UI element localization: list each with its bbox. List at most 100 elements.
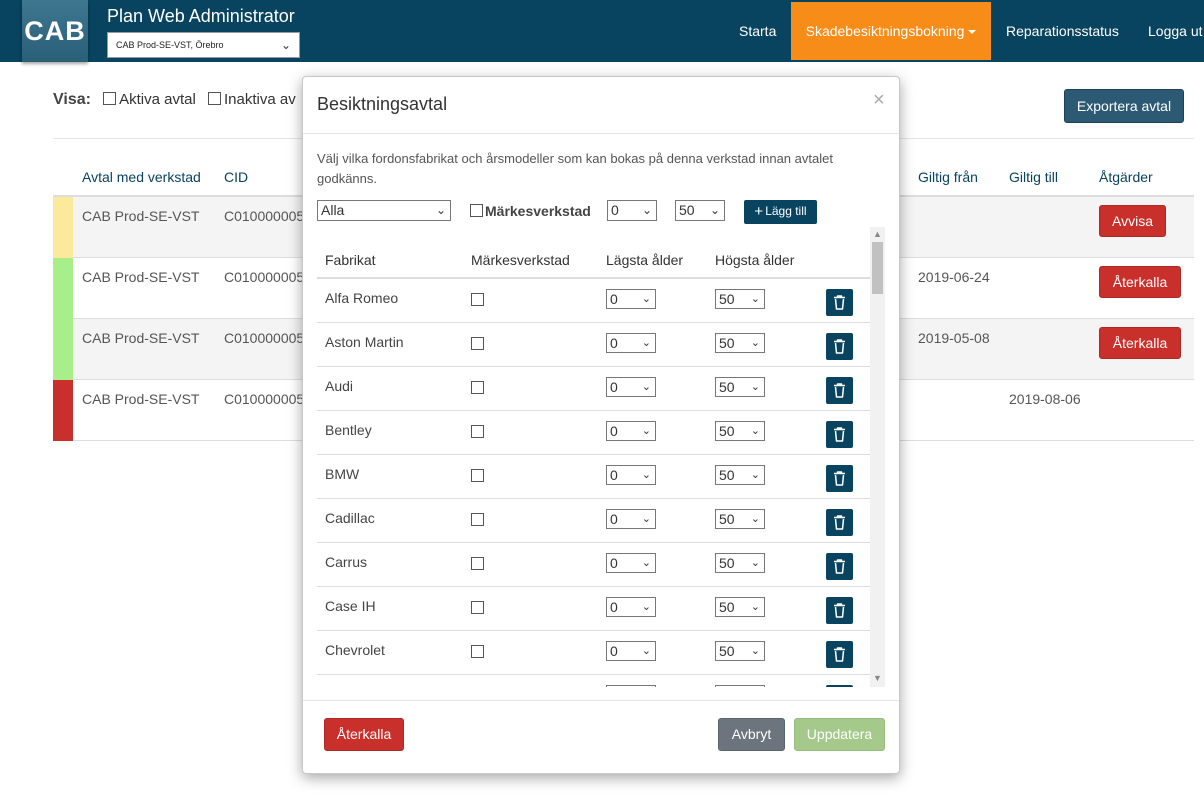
scrollbar-thumb[interactable] bbox=[872, 242, 883, 294]
nav-booking[interactable]: Skadebesiktningsbokning bbox=[791, 2, 991, 60]
brand-workshop-checkbox[interactable] bbox=[471, 293, 484, 306]
modal-title: Besiktningsavtal bbox=[317, 94, 448, 114]
make-cell: BMW bbox=[325, 466, 360, 482]
make-row: Case IH 0 ⌄ 50 ⌄ bbox=[317, 587, 870, 631]
trash-icon[interactable] bbox=[826, 289, 853, 316]
chevron-down-icon: ⌄ bbox=[641, 381, 651, 393]
max-age-value: 50 bbox=[719, 599, 735, 615]
cancel-button[interactable]: Avbryt bbox=[718, 718, 785, 751]
modal-description: Välj vilka fordonsfabrikat och årsmodell… bbox=[317, 151, 833, 186]
brand-workshop-checkbox[interactable] bbox=[471, 381, 484, 394]
chevron-down-icon: ⌄ bbox=[435, 203, 446, 217]
scroll-down-icon[interactable]: ▼ bbox=[870, 671, 885, 685]
chevron-down-icon: ⌄ bbox=[641, 601, 651, 613]
min-age-select[interactable]: 0 ⌄ bbox=[606, 509, 656, 529]
trash-icon[interactable] bbox=[826, 597, 853, 624]
close-icon[interactable]: × bbox=[873, 89, 885, 112]
make-cell: Bentley bbox=[325, 422, 372, 438]
max-age-value: 50 bbox=[719, 335, 735, 351]
min-age-value: 0 bbox=[610, 423, 618, 439]
chevron-down-icon: ⌄ bbox=[641, 645, 651, 657]
max-age-select[interactable]: 50 ⌄ bbox=[715, 421, 765, 441]
chevron-down-icon: ⌄ bbox=[641, 203, 652, 217]
app-title: Plan Web Administrator bbox=[107, 6, 295, 26]
min-age-select[interactable]: 0 ⌄ bbox=[606, 465, 656, 485]
chevron-down-icon: ⌄ bbox=[750, 557, 760, 569]
chevron-down-icon: ⌄ bbox=[641, 469, 651, 481]
chevron-down-icon: ⌄ bbox=[641, 425, 651, 437]
min-age-select[interactable]: ⌄ bbox=[606, 685, 656, 687]
trash-icon[interactable] bbox=[826, 553, 853, 580]
nav-start[interactable]: Starta bbox=[739, 2, 776, 60]
brand-workshop-checkbox[interactable] bbox=[471, 425, 484, 438]
scrollbar[interactable]: ▲ ▼ bbox=[870, 227, 885, 687]
max-age-select[interactable]: 50 ⌄ bbox=[715, 333, 765, 353]
brand-checkbox[interactable] bbox=[470, 204, 483, 217]
max-age-value: 50 bbox=[719, 291, 735, 307]
col-min-age: Lägsta ålder bbox=[606, 252, 684, 268]
min-age-select[interactable]: 0 ⌄ bbox=[606, 421, 656, 441]
site-select-value: CAB Prod-SE-VST, Örebro bbox=[116, 40, 224, 50]
make-cell: Carrus bbox=[325, 554, 368, 570]
brand-workshop-checkbox[interactable] bbox=[471, 337, 484, 350]
min-age-select[interactable]: 0 ⌄ bbox=[606, 597, 656, 617]
chevron-down-icon: ⌄ bbox=[750, 425, 760, 437]
max-age-value: 50 bbox=[719, 423, 735, 439]
brand-workshop-checkbox[interactable] bbox=[471, 645, 484, 658]
nav-repair-status[interactable]: Reparationsstatus bbox=[1006, 2, 1119, 60]
nav-logout[interactable]: Logga ut bbox=[1148, 2, 1203, 60]
trash-icon[interactable] bbox=[826, 465, 853, 492]
agreement-modal: Besiktningsavtal × Välj vilka fordonsfab… bbox=[302, 76, 900, 774]
caret-down-icon bbox=[968, 30, 977, 35]
update-button[interactable]: Uppdatera bbox=[794, 718, 885, 751]
trash-icon[interactable] bbox=[826, 509, 853, 536]
min-age-value: 0 bbox=[610, 599, 618, 615]
make-filter-select[interactable]: Alla ⌄ bbox=[317, 200, 451, 221]
max-age-value: 50 bbox=[719, 511, 735, 527]
make-cell: Aston Martin bbox=[325, 334, 404, 350]
cab-logo[interactable]: CAB bbox=[22, 0, 88, 62]
make-row: Bentley 0 ⌄ 50 ⌄ bbox=[317, 411, 870, 455]
scroll-up-icon[interactable]: ▲ bbox=[870, 227, 885, 241]
trash-icon[interactable] bbox=[826, 641, 853, 668]
max-age-select[interactable]: 50 ⌄ bbox=[715, 509, 765, 529]
makes-table-scroll[interactable]: Fabrikat Märkesverkstad Lägsta ålder Hög… bbox=[317, 227, 885, 687]
site-select[interactable]: CAB Prod-SE-VST, Örebro ⌄ bbox=[107, 32, 300, 58]
trash-icon[interactable] bbox=[826, 421, 853, 448]
make-filter-value: Alla bbox=[321, 202, 345, 218]
add-button[interactable]: + Lägg till bbox=[744, 200, 817, 224]
make-cell: Case IH bbox=[325, 598, 376, 614]
chevron-down-icon: ⌄ bbox=[750, 293, 760, 305]
divider bbox=[303, 700, 899, 701]
max-age-select[interactable]: 50 ⌄ bbox=[675, 200, 725, 221]
make-row: BMW 0 ⌄ 50 ⌄ bbox=[317, 455, 870, 499]
revoke-button[interactable]: Återkalla bbox=[324, 718, 404, 751]
min-age-select[interactable]: 0 ⌄ bbox=[606, 289, 656, 309]
make-row: Carrus 0 ⌄ 50 ⌄ bbox=[317, 543, 870, 587]
brand-workshop-checkbox[interactable] bbox=[471, 601, 484, 614]
min-age-select[interactable]: 0 ⌄ bbox=[606, 641, 656, 661]
chevron-down-icon: ⌄ bbox=[641, 337, 651, 349]
max-age-select[interactable]: ⌄ bbox=[715, 685, 765, 687]
min-age-select[interactable]: 0 ⌄ bbox=[607, 200, 657, 221]
trash-icon[interactable] bbox=[826, 377, 853, 404]
make-cell: Audi bbox=[325, 378, 354, 394]
brand-workshop-checkbox[interactable] bbox=[471, 513, 484, 526]
max-age-select[interactable]: 50 ⌄ bbox=[715, 597, 765, 617]
max-age-select[interactable]: 50 ⌄ bbox=[715, 553, 765, 573]
min-age-select[interactable]: 0 ⌄ bbox=[606, 553, 656, 573]
nav-booking-label: Skadebesiktningsbokning bbox=[805, 23, 965, 39]
brand-workshop-checkbox[interactable] bbox=[471, 469, 484, 482]
max-age-select[interactable]: 50 ⌄ bbox=[715, 465, 765, 485]
max-age-select[interactable]: 50 ⌄ bbox=[715, 377, 765, 397]
max-age-value: 50 bbox=[679, 202, 695, 218]
min-age-select[interactable]: 0 ⌄ bbox=[606, 377, 656, 397]
max-age-select[interactable]: 50 ⌄ bbox=[715, 289, 765, 309]
chevron-down-icon: ⌄ bbox=[280, 38, 291, 52]
max-age-select[interactable]: 50 ⌄ bbox=[715, 641, 765, 661]
min-age-select[interactable]: 0 ⌄ bbox=[606, 333, 656, 353]
trash-icon[interactable] bbox=[826, 333, 853, 360]
make-cell: Alfa Romeo bbox=[325, 290, 399, 306]
brand-workshop-checkbox[interactable] bbox=[471, 557, 484, 570]
trash-icon[interactable] bbox=[826, 685, 853, 687]
